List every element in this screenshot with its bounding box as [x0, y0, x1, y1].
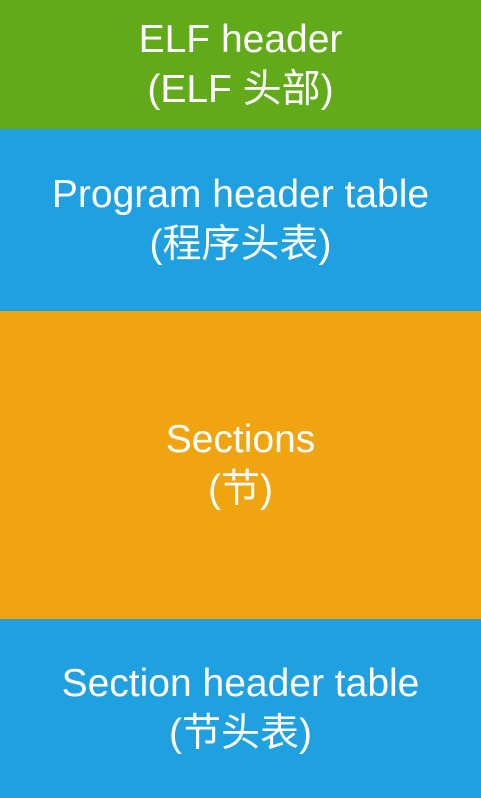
section-header-table-block: Section header table (节头表) [0, 619, 481, 798]
program-header-table-subtitle: (程序头表) [149, 223, 332, 266]
elf-header-subtitle: (ELF 头部) [147, 67, 334, 111]
elf-header-title: ELF header [138, 17, 343, 61]
sections-subtitle: (节) [208, 468, 273, 511]
section-header-table-title: Section header table [61, 661, 420, 705]
elf-header-block: ELF header (ELF 头部) [0, 0, 481, 129]
program-header-table-block: Program header table (程序头表) [0, 129, 481, 311]
sections-block: Sections (节) [0, 311, 481, 619]
program-header-table-title: Program header table [51, 173, 430, 216]
elf-layout-diagram: ELF header (ELF 头部) Program header table… [0, 0, 481, 798]
sections-title: Sections [165, 418, 316, 461]
section-header-table-subtitle: (节头表) [169, 711, 312, 755]
